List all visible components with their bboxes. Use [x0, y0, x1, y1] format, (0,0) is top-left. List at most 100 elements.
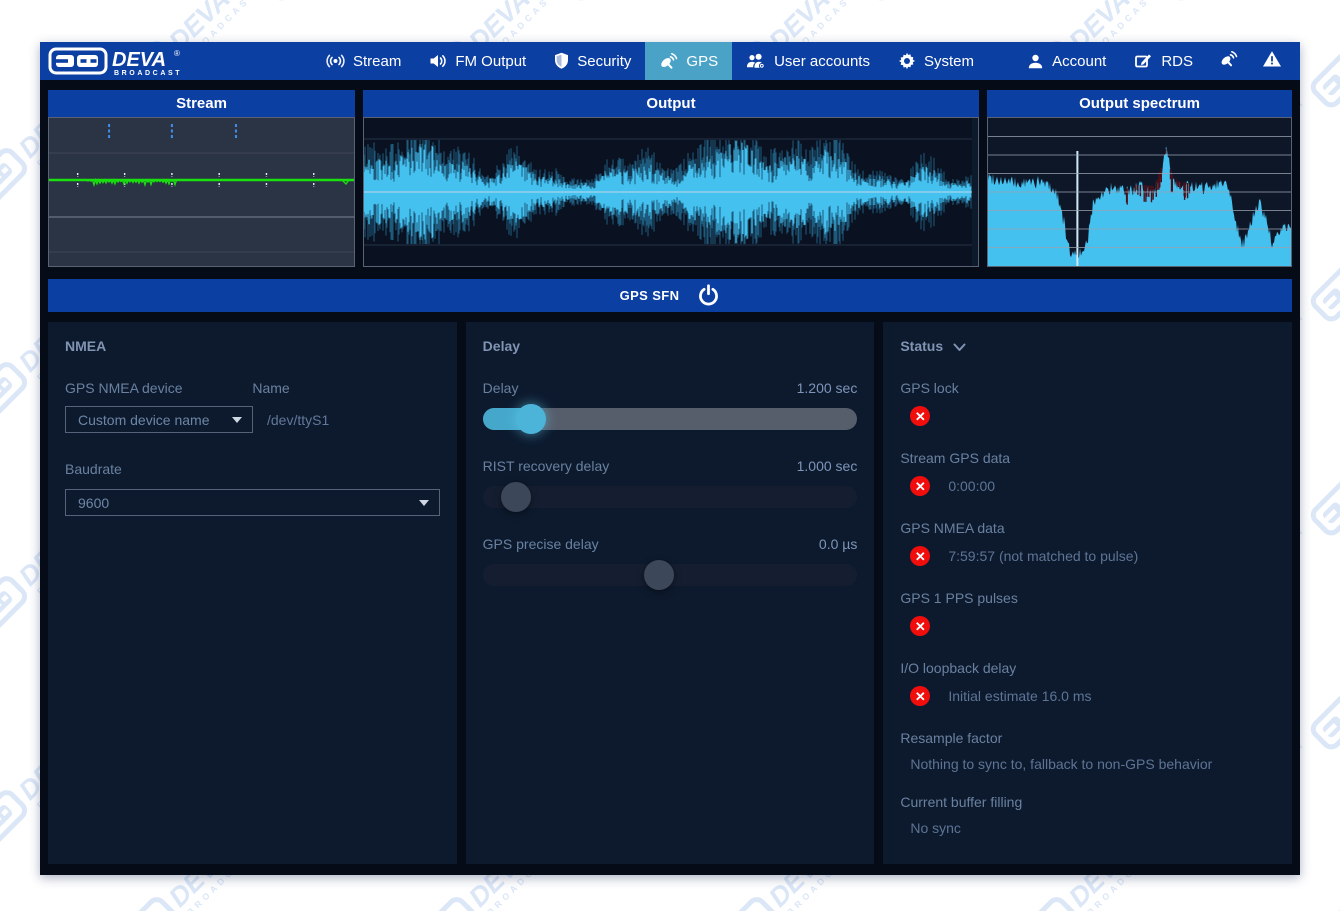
deva-logo-icon: DEVA ® BROADCAST [48, 45, 220, 77]
error-cross-icon: ✕ [910, 546, 930, 566]
baudrate-value: 9600 [78, 495, 109, 511]
satellite-icon [1219, 50, 1238, 73]
svg-text:BROADCAST: BROADCAST [114, 70, 182, 77]
gps-sfn-bar: GPS SFN [48, 279, 1292, 312]
status-panel: Status GPS lock✕Stream GPS data✕0:00:00G… [883, 322, 1292, 864]
gps-nmea-device-value: Custom device name [78, 412, 210, 428]
nmea-device-row: Custom device name /dev/ttyS1 [65, 406, 440, 433]
nav-item-label: System [924, 53, 974, 70]
scope-spectrum-title: Output spectrum [987, 90, 1292, 117]
scope-output-title: Output [363, 90, 979, 117]
error-cross-icon: ✕ [910, 686, 930, 706]
nav-item-system[interactable]: System [884, 42, 988, 80]
status-title[interactable]: Status [900, 338, 1275, 354]
svg-text:®: ® [174, 49, 180, 58]
slider-knob[interactable] [516, 404, 546, 434]
scope-output: Output [363, 90, 979, 267]
status-title-label: Status [900, 338, 943, 354]
scope-spectrum: Output spectrum [987, 90, 1292, 267]
slider-value: 1.000 sec [797, 458, 858, 474]
nmea-labels-row: GPS NMEA device Name [65, 380, 440, 396]
account-icon [1027, 53, 1044, 70]
content: Stream Output Output spectrum GPS SFN [40, 80, 1300, 864]
scope-stream-plot [48, 117, 355, 267]
error-cross-icon: ✕ [910, 616, 930, 636]
status-item-value: 7:59:57 (not matched to pulse) [948, 548, 1138, 564]
slider-knob[interactable] [501, 482, 531, 512]
error-cross-icon: ✕ [910, 406, 930, 426]
user-accounts-icon [746, 52, 766, 70]
satellite-button[interactable] [1207, 42, 1250, 80]
status-item-label: I/O loopback delay [900, 660, 1275, 676]
stream-icon [326, 52, 345, 70]
slider-track-2[interactable] [483, 486, 858, 508]
name-label: Name [252, 380, 439, 396]
gps-nmea-device-select[interactable]: Custom device name [65, 406, 253, 433]
fm-output-icon [429, 52, 447, 70]
system-icon [898, 52, 916, 70]
status-item-value: No sync [900, 820, 1275, 836]
svg-text:DEVA: DEVA [112, 49, 166, 71]
app-window: DEVA ® BROADCAST Stream FM Output Security… [40, 42, 1300, 875]
status-item-label: GPS lock [900, 380, 1275, 396]
nav-item-label: Security [577, 53, 631, 70]
gps-nmea-device-label: GPS NMEA device [65, 380, 252, 396]
status-item-value: Nothing to sync to, fallback to non-GPS … [900, 756, 1275, 772]
nav-item-stream[interactable]: Stream [312, 42, 415, 80]
slider-track-3[interactable] [483, 564, 858, 586]
nav-item-account[interactable]: Account [1013, 42, 1120, 80]
scope-stream-title: Stream [48, 90, 355, 117]
nav-item-label: Stream [353, 53, 401, 70]
security-icon [554, 52, 569, 70]
nav-item-security[interactable]: Security [540, 42, 645, 80]
status-item-row: ✕ 7:59:57 (not matched to pulse) [900, 546, 1275, 566]
scope-output-plot [363, 117, 979, 267]
power-button[interactable] [697, 284, 720, 307]
nav-item-fm-output[interactable]: FM Output [415, 42, 540, 80]
alert-button[interactable] [1250, 42, 1294, 80]
nav-item-label: User accounts [774, 53, 870, 70]
nav-item-rds[interactable]: RDS [1120, 42, 1207, 80]
slider-track-1[interactable] [483, 408, 858, 430]
slider-head: Delay 1.200 sec [483, 380, 858, 396]
nav-item-label: GPS [686, 53, 718, 70]
nav-item-gps[interactable]: GPS [645, 42, 732, 80]
power-icon [697, 284, 720, 307]
baudrate-label: Baudrate [65, 461, 440, 477]
nav-item-label: RDS [1161, 53, 1193, 70]
scope-spectrum-plot [987, 117, 1292, 267]
gps-sfn-label: GPS SFN [620, 288, 680, 303]
nav-item-user-accounts[interactable]: User accounts [732, 42, 884, 80]
status-item-row: ✕ [900, 406, 1275, 426]
baudrate-select[interactable]: 9600 [65, 489, 440, 516]
nav-item-label: FM Output [455, 53, 526, 70]
delay-panel: Delay Delay 1.200 sec RIST recovery delay 1… [466, 322, 875, 864]
brand-logo[interactable]: DEVA ® BROADCAST [40, 42, 220, 80]
nmea-title: NMEA [65, 338, 440, 354]
slider-label: RIST recovery delay [483, 458, 610, 474]
rds-icon [1134, 52, 1153, 70]
slider-head: RIST recovery delay 1.000 sec [483, 458, 858, 474]
slider-label: Delay [483, 380, 519, 396]
status-item-label: GPS NMEA data [900, 520, 1275, 536]
alert-icon [1262, 50, 1282, 73]
nav-main: Stream FM Output Security GPS User accounts S… [312, 42, 988, 80]
status-item-row: ✕Initial estimate 16.0 ms [900, 686, 1275, 706]
slider-value: 0.0 µs [819, 536, 857, 552]
nmea-panel: NMEA GPS NMEA device Name Custom device … [48, 322, 457, 864]
sliders-container: Delay 1.200 sec RIST recovery delay 1.000 s… [483, 380, 858, 586]
device-name-value: /dev/ttyS1 [267, 412, 329, 428]
slider-knob[interactable] [644, 560, 674, 590]
slider-head: GPS precise delay0.0 µs [483, 536, 858, 552]
status-item-row: ✕ 0:00:00 [900, 476, 1275, 496]
status-item-label: Resample factor [900, 730, 1275, 746]
scope-stream: Stream [48, 90, 355, 267]
scopes-row: Stream Output Output spectrum [48, 90, 1292, 267]
status-item-value: 0:00:00 [948, 478, 995, 494]
slider-value: 1.200 sec [797, 380, 858, 396]
nav-right: Account RDS [1013, 42, 1300, 80]
delay-title: Delay [483, 338, 858, 354]
status-item-label: Current buffer filling [900, 794, 1275, 810]
error-cross-icon: ✕ [910, 476, 930, 496]
chevron-down-icon [419, 500, 429, 506]
